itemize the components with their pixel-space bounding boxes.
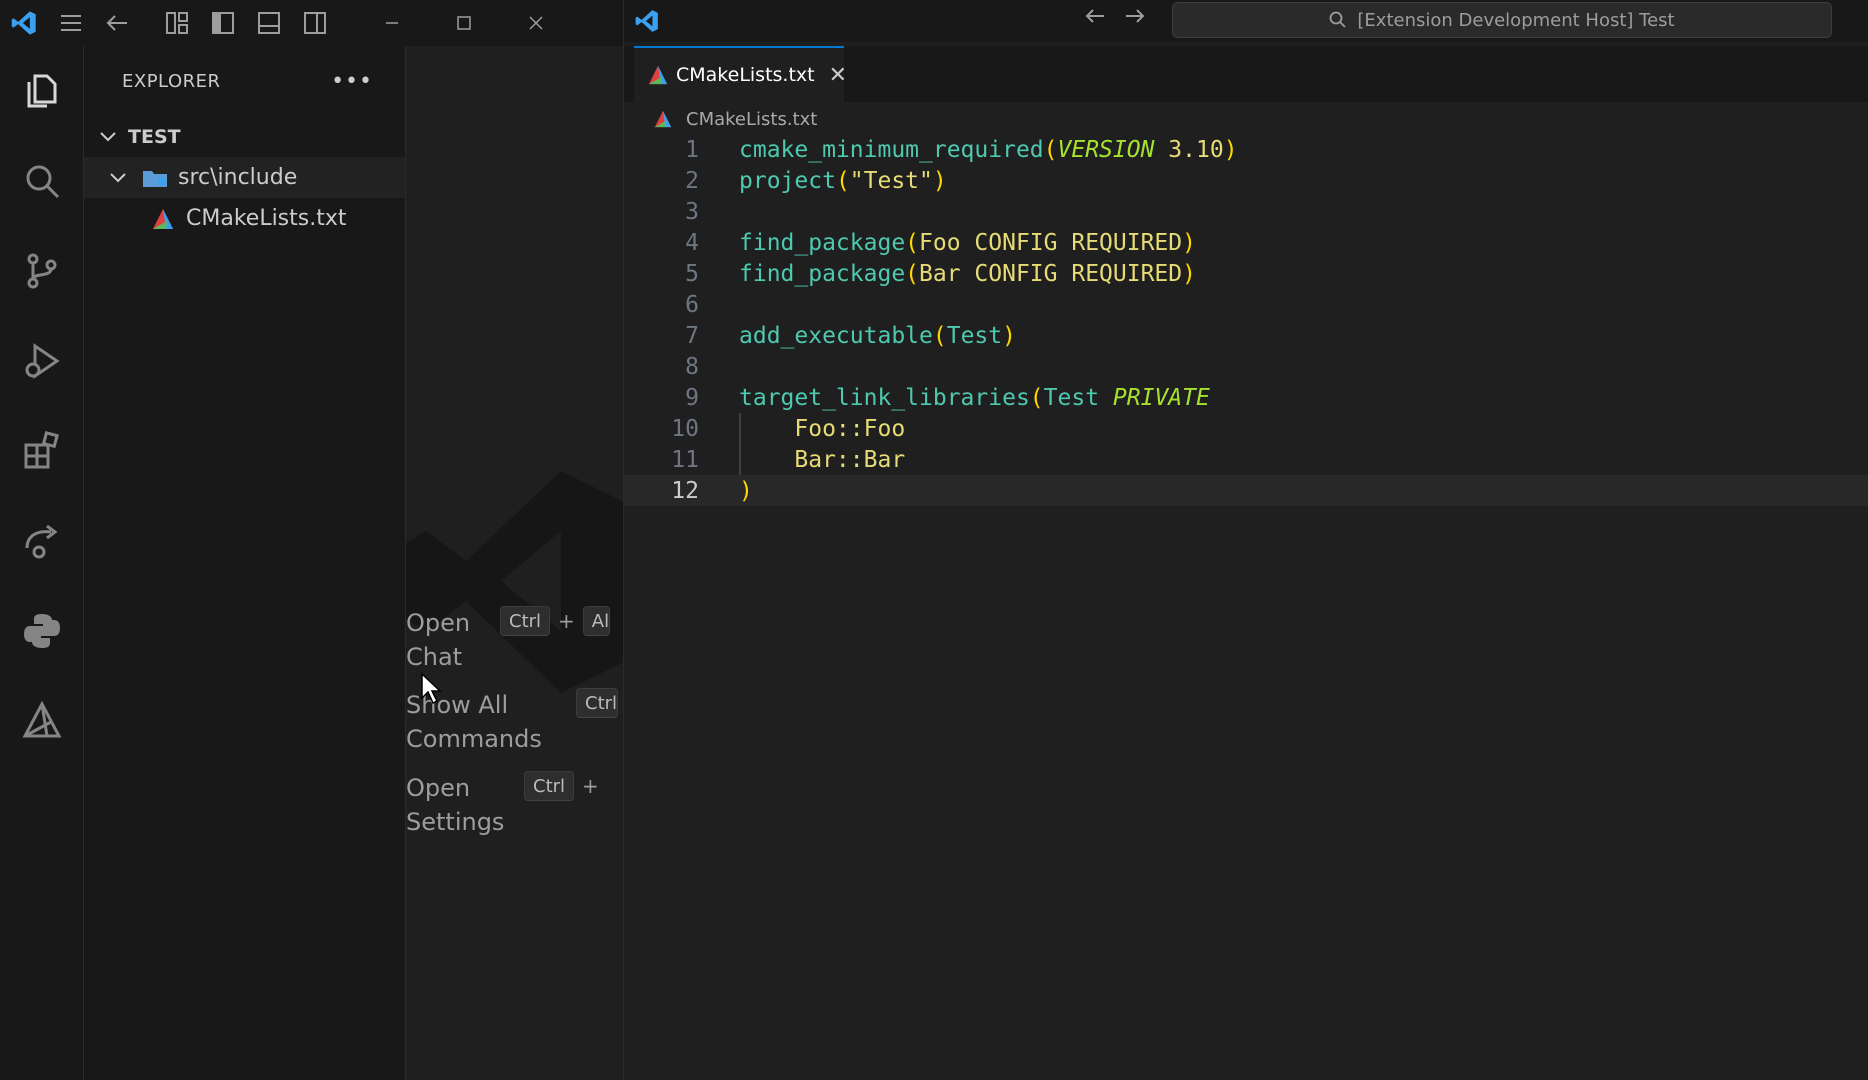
- open-settings-shortcut: Open Settings Ctrl +: [406, 771, 607, 839]
- search-icon: [1330, 11, 1347, 28]
- tree-item-label: CMakeLists.txt: [186, 206, 347, 231]
- line-number: 7: [685, 322, 699, 349]
- folder-icon: [140, 168, 170, 188]
- toggle-sidebar-icon[interactable]: [200, 0, 246, 46]
- kbd-ctrl: Ctrl: [576, 688, 619, 718]
- open-settings-label-1: Open: [406, 774, 471, 802]
- menu-icon[interactable]: [48, 0, 94, 46]
- vscode-logo-icon: [0, 0, 48, 46]
- code-line[interactable]: 8: [624, 351, 1868, 382]
- activity-bar: [0, 46, 84, 1080]
- breadcrumb[interactable]: CMakeLists.txt: [648, 104, 817, 134]
- code-line[interactable]: 5 find_package(Bar CONFIG REQUIRED): [624, 258, 1868, 289]
- cmake-file-icon: [148, 208, 178, 230]
- python-icon[interactable]: [0, 586, 84, 676]
- open-chat-shortcut: Open Chat Ctrl + Al: [406, 606, 611, 674]
- more-actions-icon[interactable]: •••: [331, 69, 373, 94]
- title-bar: [0, 0, 623, 46]
- tab-label: CMakeLists.txt: [676, 64, 815, 86]
- line-number: 2: [685, 167, 699, 194]
- cmake-icon[interactable]: [0, 676, 84, 766]
- command-center-label: [Extension Development Host] Test: [1357, 9, 1675, 31]
- tree-item-file[interactable]: CMakeLists.txt: [84, 198, 405, 239]
- cmake-file-icon: [648, 110, 678, 128]
- explorer-sidebar: EXPLORER ••• TEST src\include CMakeLists…: [84, 46, 406, 1080]
- close-window-icon[interactable]: [500, 0, 572, 46]
- chevron-down-icon: [94, 116, 122, 157]
- line-number: 6: [685, 291, 699, 318]
- line-number: 10: [671, 415, 699, 442]
- line-number: 1: [685, 136, 699, 163]
- line-number: 5: [685, 260, 699, 287]
- code-line[interactable]: 1 cmake_minimum_required(VERSION 3.10): [624, 134, 1868, 165]
- go-forward-icon[interactable]: [1124, 6, 1146, 31]
- toggle-secondary-sidebar-icon[interactable]: [292, 0, 338, 46]
- desktop: EXPLORER ••• TEST src\include CMakeLists…: [0, 0, 1868, 1080]
- command-center-search[interactable]: [Extension Development Host] Test: [1172, 2, 1832, 38]
- tree-item-label: src\include: [178, 165, 298, 190]
- code-line[interactable]: 11 Bar::Bar: [624, 444, 1868, 475]
- code-text: add_executable(Test): [739, 322, 1016, 349]
- toggle-panel-icon[interactable]: [246, 0, 292, 46]
- vscode-logo-icon: [624, 0, 670, 42]
- editor-tab-bar: CMakeLists.txt ✕: [624, 46, 1868, 102]
- chevron-down-icon: [104, 157, 132, 198]
- customize-layout-icon[interactable]: [154, 0, 200, 46]
- cmake-file-icon: [648, 65, 668, 85]
- back-arrow-icon[interactable]: [94, 0, 140, 46]
- code-line[interactable]: 12): [624, 475, 1868, 506]
- kbd-plus: +: [558, 609, 575, 633]
- show-commands-label-2: Commands: [406, 725, 542, 753]
- code-line[interactable]: 6: [624, 289, 1868, 320]
- kbd-ctrl: Ctrl: [524, 771, 575, 801]
- code-text: find_package(Foo CONFIG REQUIRED): [739, 229, 1196, 256]
- open-settings-label-2: Settings: [406, 808, 505, 836]
- code-text: Bar::Bar: [739, 446, 906, 473]
- workspace-root[interactable]: TEST: [84, 116, 405, 157]
- code-text: ): [739, 477, 753, 504]
- code-text: find_package(Bar CONFIG REQUIRED): [739, 260, 1196, 287]
- code-line[interactable]: 9 target_link_libraries(Test PRIVATE: [624, 382, 1868, 413]
- line-number: 3: [685, 198, 699, 225]
- code-line[interactable]: 7 add_executable(Test): [624, 320, 1868, 351]
- open-chat-label-2: Chat: [406, 643, 463, 671]
- code-line[interactable]: 3: [624, 196, 1868, 227]
- explorer-icon[interactable]: [0, 46, 84, 136]
- kbd-ctrl: Ctrl: [500, 606, 551, 636]
- explorer-header: EXPLORER •••: [84, 46, 405, 116]
- line-number: 12: [671, 477, 699, 504]
- source-control-icon[interactable]: [0, 226, 84, 316]
- search-icon[interactable]: [0, 136, 84, 226]
- code-line[interactable]: 4 find_package(Foo CONFIG REQUIRED): [624, 227, 1868, 258]
- line-number: 11: [671, 446, 699, 473]
- line-number: 8: [685, 353, 699, 380]
- go-back-icon[interactable]: [1084, 6, 1106, 31]
- explorer-title: EXPLORER: [122, 70, 221, 92]
- code-line[interactable]: 2 project("Test"): [624, 165, 1868, 196]
- minimize-icon[interactable]: [356, 0, 428, 46]
- code-editor[interactable]: 1 cmake_minimum_required(VERSION 3.10) 2 pr…: [624, 134, 1868, 1080]
- code-text: project("Test"): [739, 167, 947, 194]
- remote-explorer-icon[interactable]: [0, 496, 84, 586]
- line-number: 9: [685, 384, 699, 411]
- code-text: Foo::Foo: [739, 415, 906, 442]
- run-debug-icon[interactable]: [0, 316, 84, 406]
- title-bar: [Extension Development Host] Test: [624, 0, 1868, 42]
- extensions-icon[interactable]: [0, 406, 84, 496]
- code-text: cmake_minimum_required(VERSION 3.10): [739, 136, 1238, 163]
- line-number: 4: [685, 229, 699, 256]
- code-text: target_link_libraries(Test PRIVATE: [739, 384, 1210, 411]
- tab-cmakelists[interactable]: CMakeLists.txt ✕: [634, 46, 847, 102]
- workspace-root-label: TEST: [128, 125, 181, 148]
- maximize-icon[interactable]: [428, 0, 500, 46]
- welcome-watermark: Open Chat Ctrl + Al Show All Commands Ct…: [406, 46, 623, 1080]
- tree-item-folder[interactable]: src\include: [84, 157, 405, 198]
- extension-host-window: [Extension Development Host] Test CMakeL…: [623, 0, 1868, 1080]
- kbd-alt: Al: [582, 606, 611, 636]
- kbd-plus: +: [582, 774, 599, 798]
- breadcrumb-file: CMakeLists.txt: [686, 108, 818, 130]
- code-line[interactable]: 10 Foo::Foo: [624, 413, 1868, 444]
- mouse-pointer-icon: [421, 672, 442, 705]
- close-tab-icon[interactable]: ✕: [829, 63, 847, 88]
